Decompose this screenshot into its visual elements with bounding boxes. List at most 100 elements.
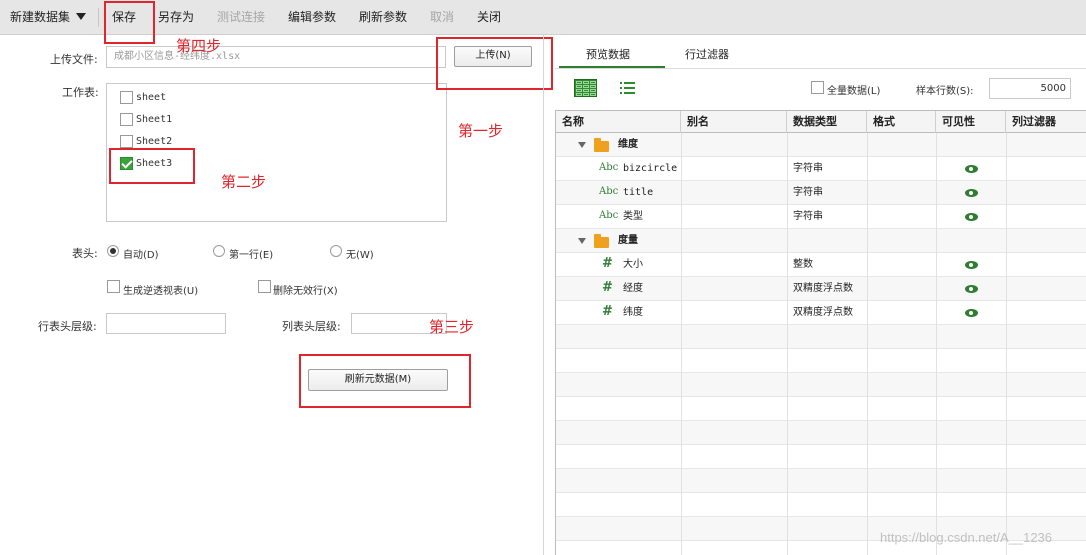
field-type: 双精度浮点数 (793, 283, 853, 294)
group-name: 度量 (618, 235, 638, 246)
field-type: 字符串 (793, 187, 823, 198)
caret-down-icon (76, 13, 87, 20)
field-type: 双精度浮点数 (793, 307, 853, 318)
number-type-icon: # (602, 280, 613, 295)
worksheet-label: 工作表: (62, 86, 99, 99)
field-name: 经度 (623, 283, 643, 294)
sheet-checkbox[interactable] (120, 135, 133, 148)
field-name: 类型 (623, 211, 643, 222)
column-divider (867, 133, 868, 555)
column-header-name[interactable]: 名称 (556, 111, 681, 133)
new-dataset-menu[interactable]: 新建数据集 (10, 0, 87, 35)
list-view-icon[interactable] (620, 81, 636, 95)
eye-icon[interactable] (965, 285, 978, 293)
sheet-item-label: Sheet2 (136, 136, 173, 147)
close-button[interactable]: 关闭 (477, 0, 501, 35)
new-dataset-label: 新建数据集 (10, 10, 71, 24)
field-type: 字符串 (793, 211, 823, 222)
col-header-level-label: 列表头层级: (282, 320, 341, 333)
eye-icon[interactable] (965, 261, 978, 269)
annotation-step3: 第三步 (429, 318, 475, 336)
header-label: 表头: (72, 247, 98, 260)
gen-pivot-label: 生成逆透视表(U) (123, 286, 199, 297)
all-data-label: 全量数据(L) (827, 86, 881, 97)
number-type-icon: # (602, 256, 613, 271)
group-name: 维度 (618, 139, 638, 150)
eye-icon[interactable] (965, 189, 978, 197)
row-header-level-label: 行表头层级: (38, 320, 97, 333)
eye-icon[interactable] (965, 213, 978, 221)
fields-table: 名称 别名 数据类型 格式 可见性 列过滤器 维度 Abc bizcircle … (555, 110, 1086, 555)
column-header-column-filter[interactable]: 列过滤器 (1006, 111, 1086, 133)
toolbar-separator (98, 8, 99, 27)
header-first-row-radio[interactable] (213, 245, 225, 257)
column-header-visibility[interactable]: 可见性 (936, 111, 1006, 133)
save-as-button[interactable]: 另存为 (158, 0, 194, 35)
eye-icon[interactable] (965, 165, 978, 173)
tabs-underline (555, 68, 1086, 69)
test-connection-button[interactable]: 测试连接 (217, 0, 265, 35)
annotation-box-upload (436, 37, 553, 90)
sheet-checkbox[interactable] (120, 113, 133, 126)
column-divider (681, 133, 682, 555)
table-header: 名称 别名 数据类型 格式 可见性 列过滤器 (556, 111, 1086, 133)
header-first-row-label: 第一行(E) (229, 250, 274, 261)
annotation-box-refresh (299, 354, 471, 408)
field-type: 整数 (793, 259, 813, 270)
table-view-icon[interactable] (574, 79, 597, 97)
panel-divider (543, 35, 544, 555)
column-divider (787, 133, 788, 555)
cancel-button[interactable]: 取消 (430, 0, 454, 35)
column-header-format[interactable]: 格式 (867, 111, 936, 133)
folder-icon (594, 234, 609, 248)
sheet-item-label: Sheet1 (136, 114, 173, 125)
sheet-item-label: sheet (136, 92, 167, 103)
field-name: 大小 (623, 259, 643, 270)
sheet-item-sheet1[interactable] (120, 113, 133, 129)
upload-file-field[interactable]: 成都小区信息-经纬度.xlsx (106, 46, 446, 68)
header-none-radio[interactable] (330, 245, 342, 257)
column-divider (1006, 133, 1007, 555)
row-header-level-input[interactable] (106, 313, 226, 334)
gen-pivot-checkbox[interactable] (107, 280, 120, 296)
tab-preview-data[interactable]: 预览数据 (586, 46, 630, 62)
annotation-box-save (104, 1, 155, 44)
delete-invalid-rows-checkbox[interactable] (258, 280, 271, 296)
annotation-step1: 第一步 (458, 122, 504, 140)
collapse-triangle-icon[interactable] (578, 238, 586, 244)
collapse-triangle-icon[interactable] (578, 142, 586, 148)
toolbar: 新建数据集 保存 另存为 测试连接 编辑参数 刷新参数 取消 关闭 (0, 0, 1086, 35)
all-data-checkbox[interactable] (811, 81, 824, 97)
checkbox-box[interactable] (258, 280, 271, 293)
field-type: 字符串 (793, 163, 823, 174)
header-auto-radio[interactable] (107, 245, 119, 257)
annotation-box-sheet3 (109, 148, 195, 184)
sheet-checkbox[interactable] (120, 91, 133, 104)
checkbox-box[interactable] (811, 81, 824, 94)
header-none-label: 无(W) (346, 250, 374, 261)
checkbox-box[interactable] (107, 280, 120, 293)
annotation-step4: 第四步 (176, 37, 222, 55)
field-name: 纬度 (623, 307, 643, 318)
edit-params-button[interactable]: 编辑参数 (288, 0, 336, 35)
upload-file-label: 上传文件: (50, 53, 98, 66)
tab-row-filter[interactable]: 行过滤器 (685, 46, 729, 62)
sample-rows-label: 样本行数(S): (916, 86, 974, 97)
column-header-alias[interactable]: 别名 (681, 111, 787, 133)
number-type-icon: # (602, 304, 613, 319)
header-auto-label: 自动(D) (123, 250, 159, 261)
column-divider (936, 133, 937, 555)
string-type-icon: Abc (599, 162, 619, 173)
field-name: bizcircle (623, 163, 678, 174)
column-header-type[interactable]: 数据类型 (787, 111, 867, 133)
annotation-step2: 第二步 (221, 173, 267, 191)
sheet-item-sheet[interactable] (120, 91, 133, 107)
refresh-params-button[interactable]: 刷新参数 (359, 0, 407, 35)
eye-icon[interactable] (965, 309, 978, 317)
string-type-icon: Abc (599, 186, 619, 197)
delete-invalid-rows-label: 删除无效行(X) (273, 286, 338, 297)
field-name: title (623, 187, 654, 198)
folder-icon (594, 138, 609, 152)
watermark: https://blog.csdn.net/A__1236 (880, 530, 1053, 545)
sample-rows-input[interactable]: 5000 (989, 78, 1071, 99)
